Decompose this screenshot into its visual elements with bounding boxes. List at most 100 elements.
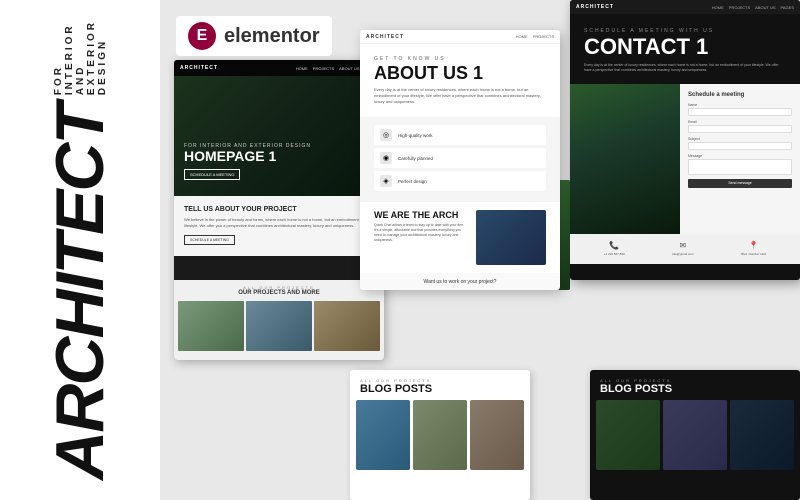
blog2-title-section: ALL OUR PROJECTS BLOG POSTS xyxy=(590,370,800,400)
contact-layout: Schedule a meeting Name Email Subject Me… xyxy=(570,84,800,234)
about-pretitle: GET TO KNOW US xyxy=(374,56,546,62)
homepage-section-text: We believe in the power of beauty and fo… xyxy=(184,217,374,228)
contact-footer-phone-text: +1 234 567 890 xyxy=(604,252,625,256)
elementor-badge: E elementor xyxy=(176,16,332,56)
contact-field-subject-input[interactable] xyxy=(688,142,792,150)
contact-nav-about: ABOUT US xyxy=(755,5,775,10)
about-feature-text-3: Perfect design xyxy=(398,179,427,184)
homepage-nav: ARCHITECT HOME PROJECTS ABOUT US PAGES xyxy=(174,60,384,76)
contact-footer-address: 📍 Blvd. Number 12/A xyxy=(741,241,766,256)
contact-nav-projects: PROJECTS xyxy=(729,5,750,10)
about-arc-title: WE ARE THE ARCH xyxy=(374,210,468,220)
blog1-images xyxy=(350,400,530,470)
homepage-hero-content: FOR INTERIOR AND EXTERIOR DESIGN HOMEPAG… xyxy=(184,143,311,181)
blog1-img-1 xyxy=(356,400,410,470)
about-hero: GET TO KNOW US ABOUT US 1 Every day is a… xyxy=(360,44,560,117)
location-icon: 📍 xyxy=(749,241,759,250)
contact-image xyxy=(570,84,680,234)
about-arc-body: Quick Chat allows a team to stay up to d… xyxy=(374,223,468,243)
contact-nav: ARCHITECT HOME PROJECTS ABOUT US PAGES xyxy=(570,0,800,14)
blog2-images xyxy=(590,400,800,470)
contact-submit-btn[interactable]: Send message xyxy=(688,179,792,188)
homepage-nav-link-about: ABOUT US xyxy=(339,66,359,71)
blog1-title-section: ALL OUR PROJECTS BLOG POSTS xyxy=(350,370,530,400)
homepage-hero-title: HOMEPAGE 1 xyxy=(184,149,311,163)
contact-text: Every day is at the center of luxury res… xyxy=(584,63,786,74)
homepage-proj-img-1 xyxy=(178,301,244,351)
contact-footer-phone: 📞 +1 234 567 890 xyxy=(604,241,625,256)
screenshot-about: ARCHITECT HOME PROJECTS GET TO KNOW US A… xyxy=(360,30,560,290)
about-feature-icon-3: ◈ xyxy=(380,175,392,187)
homepage-nav-brand: ARCHITECT xyxy=(180,65,218,71)
subtitle-text: FOR INTERIOR AND EXTERIOR DESIGN xyxy=(53,20,108,95)
contact-field-message-label: Message xyxy=(688,154,792,158)
homepage-hero-btn[interactable]: SCHEDULE A MEETING xyxy=(184,169,240,180)
contact-form: Schedule a meeting Name Email Subject Me… xyxy=(680,84,800,234)
contact-image-inner xyxy=(570,84,680,234)
about-nav-links: HOME PROJECTS xyxy=(516,34,554,39)
contact-field-name-input[interactable] xyxy=(688,108,792,116)
about-features: ◎ High-quality work ◉ Carefully planned … xyxy=(360,117,560,202)
about-arc-text: WE ARE THE ARCH Quick Chat allows a team… xyxy=(374,210,468,265)
contact-field-email: Email xyxy=(688,120,792,133)
homepage-project-images xyxy=(174,301,384,351)
about-nav-projects: PROJECTS xyxy=(533,34,554,39)
email-icon: ✉ xyxy=(680,241,687,250)
about-feature-2: ◉ Carefully planned xyxy=(374,148,546,168)
contact-nav-pages: PAGES xyxy=(781,5,795,10)
about-arc-image xyxy=(476,210,546,265)
contact-field-email-label: Email xyxy=(688,120,792,124)
homepage-section-btn[interactable]: SCHEDULE A MEETING xyxy=(184,235,235,245)
blog1-img-3 xyxy=(470,400,524,470)
homepage-hero: FOR INTERIOR AND EXTERIOR DESIGN HOMEPAG… xyxy=(174,76,384,196)
homepage-nav-link-home: HOME xyxy=(296,66,308,71)
phone-icon: 📞 xyxy=(609,241,619,250)
contact-field-name: Name xyxy=(688,103,792,116)
homepage-proj-img-2 xyxy=(246,301,312,351)
blog2-img-3 xyxy=(730,400,794,470)
contact-footer: 📞 +1 234 567 890 ✉ info@gmail.com 📍 Blvd… xyxy=(570,234,800,264)
homepage-projects: ALL OUR PROJECTS OUR PROJECTS AND MORE xyxy=(174,280,384,360)
blog2-title: BLOG POSTS xyxy=(600,383,790,395)
about-cta: Want us to work on your project? xyxy=(360,273,560,290)
about-title: ABOUT US 1 xyxy=(374,64,546,82)
contact-title: CONTACT 1 xyxy=(584,36,786,58)
contact-hero: SCHEDULE A MEETING WITH US CONTACT 1 Eve… xyxy=(570,14,800,84)
homepage-section: TELL US ABOUT YOUR PROJECT We believe in… xyxy=(174,196,384,256)
contact-field-message-textarea[interactable] xyxy=(688,159,792,175)
about-nav-brand: ARCHITECT xyxy=(366,34,404,40)
left-panel: FOR INTERIOR AND EXTERIOR DESIGN ARCHITE… xyxy=(0,0,160,500)
contact-form-title: Schedule a meeting xyxy=(688,92,792,98)
contact-nav-links: HOME PROJECTS ABOUT US PAGES xyxy=(712,5,794,10)
screenshot-homepage: ARCHITECT HOME PROJECTS ABOUT US PAGES F… xyxy=(174,60,384,360)
contact-footer-email: ✉ info@gmail.com xyxy=(672,241,694,256)
homepage-projects-title: ALL OUR PROJECTS OUR PROJECTS AND MORE xyxy=(174,280,384,301)
about-feature-1: ◎ High-quality work xyxy=(374,125,546,145)
main-area: E elementor ARCHITECT HOME PROJECTS ABOU… xyxy=(160,0,800,500)
contact-footer-email-text: info@gmail.com xyxy=(672,252,694,256)
screenshot-contact: ARCHITECT HOME PROJECTS ABOUT US PAGES S… xyxy=(570,0,800,280)
contact-field-subject: Subject xyxy=(688,137,792,150)
elementor-label: elementor xyxy=(224,25,320,48)
homepage-nav-link-projects: PROJECTS xyxy=(313,66,334,71)
about-feature-text-2: Carefully planned xyxy=(398,156,433,161)
main-title: ARCHITECT xyxy=(46,105,114,480)
about-feature-icon-1: ◎ xyxy=(380,129,392,141)
screenshot-blog1: ALL OUR PROJECTS BLOG POSTS xyxy=(350,370,530,500)
contact-footer-address-text: Blvd. Number 12/A xyxy=(741,252,766,256)
elementor-logo-icon: E xyxy=(188,22,216,50)
contact-field-message: Message xyxy=(688,154,792,175)
about-feature-icon-2: ◉ xyxy=(380,152,392,164)
blog2-img-2 xyxy=(663,400,727,470)
contact-field-subject-label: Subject xyxy=(688,137,792,141)
contact-nav-home: HOME xyxy=(712,5,724,10)
about-feature-3: ◈ Perfect design xyxy=(374,171,546,191)
about-text: Every day is at the center of luxury res… xyxy=(374,87,546,105)
screenshot-blog2: ALL OUR PROJECTS BLOG POSTS xyxy=(590,370,800,500)
homepage-projects-main: OUR PROJECTS AND MORE xyxy=(179,290,379,296)
contact-field-email-input[interactable] xyxy=(688,125,792,133)
homepage-section-title: TELL US ABOUT YOUR PROJECT xyxy=(184,206,374,213)
blog2-img-1 xyxy=(596,400,660,470)
contact-field-name-label: Name xyxy=(688,103,792,107)
about-arc-section: WE ARE THE ARCH Quick Chat allows a team… xyxy=(360,202,560,273)
